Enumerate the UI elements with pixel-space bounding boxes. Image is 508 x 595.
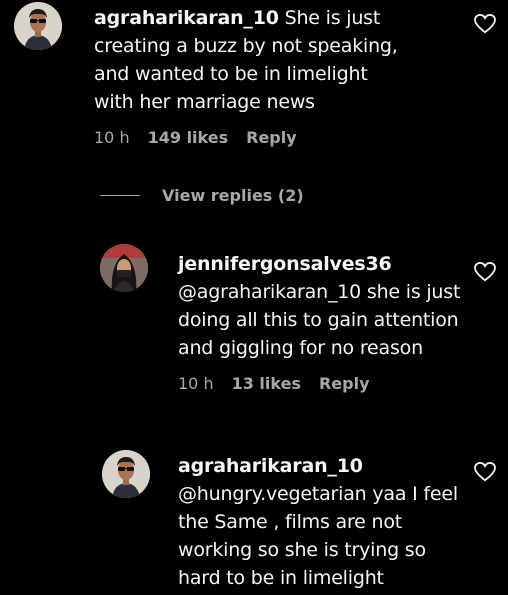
reply-mention[interactable]: @agraharikaran_10 — [178, 281, 361, 303]
reply-button[interactable]: Reply — [246, 128, 297, 147]
avatar[interactable] — [100, 244, 148, 292]
divider — [100, 195, 140, 196]
comment-meta: 10 h 149 likes Reply — [94, 128, 412, 147]
comment-time: 10 h — [94, 128, 130, 147]
view-replies-label: View replies (2) — [162, 186, 304, 205]
comment-likes[interactable]: 149 likes — [148, 128, 229, 147]
reply-text: agraharikaran_10 @hungry.vegetarian yaa … — [178, 452, 468, 592]
reply-username[interactable]: agraharikaran_10 — [178, 455, 363, 477]
heart-outline-icon[interactable] — [474, 14, 496, 34]
reply-likes[interactable]: 13 likes — [232, 374, 301, 393]
comment-text: agraharikaran_10 She is just creating a … — [94, 4, 412, 116]
reply-button[interactable]: Reply — [319, 374, 370, 393]
reply-time: 10 h — [178, 374, 214, 393]
reply-username[interactable]: jennifergonsalves36 — [178, 253, 392, 275]
avatar[interactable] — [102, 450, 150, 498]
heart-outline-icon[interactable] — [474, 262, 496, 282]
reply-text: jennifergonsalves36 @agraharikaran_10 sh… — [178, 250, 468, 362]
reply-body: agraharikaran_10 @hungry.vegetarian yaa … — [178, 452, 468, 592]
reply-body: jennifergonsalves36 @agraharikaran_10 sh… — [178, 250, 468, 393]
avatar-woman-icon — [100, 244, 148, 292]
comment-username[interactable]: agraharikaran_10 — [94, 7, 279, 29]
comment-body: agraharikaran_10 She is just creating a … — [94, 4, 412, 147]
avatar[interactable] — [14, 2, 62, 50]
reply-meta: 10 h 13 likes Reply — [178, 374, 468, 393]
avatar-man-glasses-icon — [14, 2, 62, 50]
avatar-man-glasses-icon — [102, 450, 150, 498]
reply-mention[interactable]: @hungry.vegetarian — [178, 483, 367, 505]
heart-outline-icon[interactable] — [474, 462, 496, 482]
view-replies-button[interactable]: View replies (2) — [100, 186, 304, 205]
